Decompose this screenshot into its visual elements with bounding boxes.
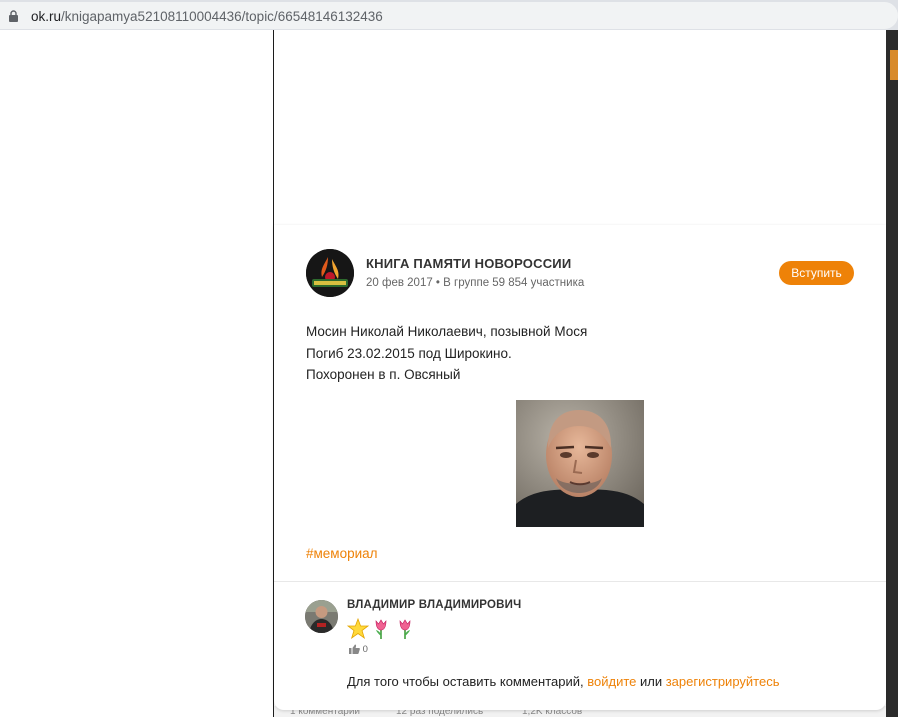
post-meta: 20 фев 2017 • В группе 59 854 участника: [366, 277, 584, 289]
comment-login-prompt: Для того чтобы оставить комментарий, вой…: [347, 674, 779, 689]
url-host: ok.ru: [31, 9, 62, 24]
login-link[interactable]: войдите: [587, 674, 636, 689]
post-date[interactable]: 20 фев 2017: [366, 277, 433, 289]
thumbs-up-icon: [349, 644, 360, 655]
post-text: Мосин Николай Николаевич, позывной Мося …: [306, 321, 587, 386]
group-avatar[interactable]: [306, 249, 354, 297]
page-orange-accent: [890, 50, 898, 80]
post-text-line: Похоронен в п. Овсяный: [306, 367, 461, 382]
comment-like-count: 0: [362, 644, 368, 655]
group-logo-icon: [306, 249, 354, 297]
browser-toolbar: ok.ru/knigapamya52108110004436/topic/665…: [0, 0, 898, 30]
group-name[interactable]: КНИГА ПАМЯТИ НОВОРОССИИ: [366, 256, 571, 271]
page-right-edge: [886, 30, 898, 717]
login-prompt-or: или: [636, 674, 666, 689]
meta-separator: •: [432, 277, 444, 289]
lock-icon: [9, 10, 18, 22]
group-members-info: В группе 59 854 участника: [443, 277, 585, 289]
address-url[interactable]: ok.ru/knigapamya52108110004436/topic/665…: [31, 9, 383, 24]
register-link[interactable]: зарегистрируйтесь: [666, 674, 780, 689]
tulip-icon: [375, 619, 387, 639]
post-card: КНИГА ПАМЯТИ НОВОРОССИИ 20 фев 2017 • В …: [274, 225, 886, 710]
url-path: /knigapamya52108110004436/topic/66548146…: [61, 9, 383, 24]
address-bar[interactable]: ok.ru/knigapamya52108110004436/topic/665…: [0, 2, 898, 29]
comment-stickers: [346, 617, 417, 640]
post-text-line: Погиб 23.02.2015 под Широкино.: [306, 345, 512, 361]
commenter-avatar[interactable]: [305, 600, 338, 633]
star-icon: [346, 617, 370, 640]
join-group-button[interactable]: Вступить: [779, 261, 854, 285]
comments-divider: [274, 581, 886, 582]
post-photo[interactable]: [516, 400, 644, 527]
commenter-name[interactable]: ВЛАДИМИР ВЛАДИМИРОВИЧ: [347, 599, 521, 611]
post-text-line: Мосин Николай Николаевич, позывной Мося: [306, 324, 588, 339]
hashtag-link[interactable]: #мемориал: [306, 546, 378, 561]
login-prompt-text: Для того чтобы оставить комментарий,: [347, 674, 588, 689]
portrait-image: [516, 400, 644, 527]
comment-like-button[interactable]: 0: [349, 644, 368, 655]
tulip-icon: [399, 619, 411, 639]
commenter-photo-icon: [305, 600, 338, 633]
